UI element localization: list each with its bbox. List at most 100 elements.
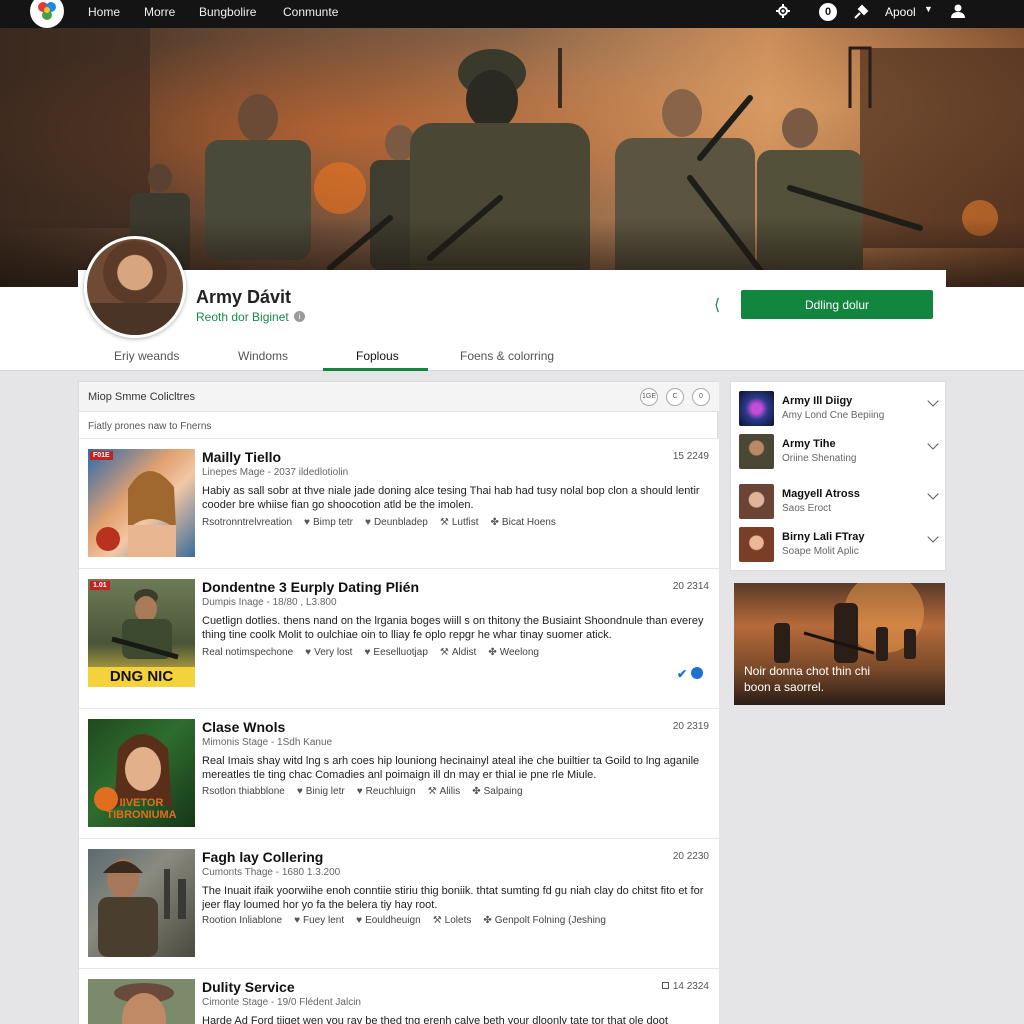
profile-avatar[interactable] (84, 236, 186, 338)
post-action-share[interactable]: ✤ Genpolt Folning (Jeshing (483, 915, 606, 926)
feed-post[interactable]: IIVETOR TIBRONIUMA Clase Wnols Mimonis S… (79, 708, 719, 838)
settings-icon[interactable] (775, 3, 791, 19)
tab-eriy-weands[interactable]: Eriy weands (114, 349, 179, 363)
heart-icon: ♥ (356, 786, 363, 797)
post-meta: Cumonts Thage - 1680 1.3.200 (202, 867, 341, 878)
sidebar-item-thumbnail (739, 391, 774, 426)
post-thumbnail[interactable] (88, 979, 195, 1024)
sidebar-suggestions: Army Ill Diigy Amy Lond Cne Bepiing Army… (730, 381, 946, 571)
post-thumbnail-caption: IIVETOR TIBRONIUMA (106, 797, 177, 821)
post-thumbnail[interactable]: IIVETOR TIBRONIUMA (88, 719, 195, 827)
post-action-list[interactable]: ⚒ Lolets (433, 915, 472, 926)
tool-icon: ⚒ (439, 647, 449, 658)
post-action-list[interactable]: ⚒ Aldist (440, 647, 476, 658)
profile-card-top (78, 270, 946, 288)
tab-foplous[interactable]: Foplous (356, 349, 399, 363)
post-share-icons: ✔ (677, 667, 703, 681)
post-action-reaction[interactable]: Real notimspechone (202, 647, 293, 658)
site-logo[interactable] (30, 0, 64, 28)
feed-lock-button[interactable]: 0 (692, 388, 710, 406)
post-action-reaction[interactable]: Rootion Inliablone (202, 915, 282, 926)
edit-tool-icon[interactable] (853, 4, 869, 20)
tab-foens-colorring[interactable]: Foens & colorring (460, 349, 554, 363)
post-action-share[interactable]: ✤ Bicat Hoens (491, 517, 556, 528)
sidebar-item[interactable]: Birny Lali FTray Soape Molit Aplic (731, 527, 947, 567)
heart-icon: ♥ (304, 517, 310, 528)
twitter-icon[interactable]: ✔ (677, 667, 687, 681)
post-action-share[interactable]: ✤ Salpaing (472, 786, 522, 797)
post-action-download[interactable]: ♥ Eeselluotjap (364, 647, 427, 658)
feed-refresh-button[interactable]: C (666, 388, 684, 406)
post-action-like[interactable]: ♥ Very lost (305, 647, 352, 658)
heart-icon: ♥ (356, 915, 363, 926)
tool-icon: ⚒ (427, 786, 437, 797)
calendar-icon (661, 982, 669, 989)
chevron-down-icon[interactable] (927, 488, 939, 500)
account-menu-label[interactable]: Apool (885, 5, 916, 19)
post-action-like[interactable]: ♥ Binig letr (297, 786, 345, 797)
promo-text: Noir donna chot thin chi boon a saorrel. (744, 664, 871, 694)
chevron-down-icon[interactable] (927, 531, 939, 543)
sidebar-item[interactable]: Magyell Atross Saos Eroct (731, 484, 947, 524)
post-action-download[interactable]: ♥ Reuchluign (357, 786, 416, 797)
heart-icon: ♥ (365, 517, 371, 528)
heart-icon: ♥ (296, 786, 303, 797)
feed-post[interactable]: Fagh lay Collering Cumonts Thage - 1680 … (79, 838, 719, 968)
nav-home[interactable]: Home (88, 5, 120, 19)
nav-bungbolire[interactable]: Bungbolire (199, 5, 256, 19)
post-title[interactable]: Mailly Tiello (202, 449, 281, 465)
user-icon[interactable] (950, 3, 966, 19)
sidebar-item[interactable]: Army Tihe Oriine Shenating (731, 434, 947, 474)
notification-count-badge[interactable]: 0 (819, 3, 837, 21)
primary-action-button[interactable]: Ddling dolur (741, 290, 933, 319)
active-tab-indicator (323, 368, 428, 371)
profile-name: Army Dávit (196, 287, 292, 307)
feed-filter-button[interactable]: 1GE (640, 388, 658, 406)
tag-icon: ✤ (490, 517, 499, 528)
post-title[interactable]: Clase Wnols (202, 719, 285, 735)
feed-post[interactable]: F01E Mailly Tiello Linepes Mage - 2037 i… (79, 438, 719, 568)
feed-post[interactable]: 1.01 DNG NIC Dondentne 3 Eurply Dating P… (79, 568, 719, 708)
post-action-share[interactable]: ✤ Weelong (488, 647, 539, 658)
sidebar-item-title: Army Ill Diigy (782, 395, 853, 407)
post-meta: Linepes Mage - 2037 ildedlotiolin (202, 467, 349, 478)
post-title[interactable]: Dondentne 3 Eurply Dating Plién (202, 579, 419, 595)
post-action-list[interactable]: ⚒ Lutfist (440, 517, 479, 528)
post-action-download[interactable]: ♥ Deunbladep (365, 517, 428, 528)
post-title[interactable]: Fagh lay Collering (202, 849, 323, 865)
tag-icon: ✤ (472, 786, 481, 797)
sidebar-item-subtitle: Oriine Shenating (782, 453, 857, 464)
tag-icon: ✤ (483, 915, 492, 926)
post-action-like[interactable]: ♥ Fuey lent (294, 915, 344, 926)
post-date: 20 2314 (672, 581, 709, 592)
sidebar-item-thumbnail (739, 484, 774, 519)
post-date: 14 2324 (661, 981, 709, 992)
post-action-list[interactable]: ⚒ Alilis (428, 786, 461, 797)
nav-community[interactable]: Conmunte (283, 5, 338, 19)
post-thumbnail[interactable]: F01E (88, 449, 195, 557)
chevron-down-icon[interactable]: ▼ (924, 4, 933, 14)
share-icon[interactable]: ⟨ (714, 295, 720, 315)
feed-header-title: Miop Smme Colicltres (88, 391, 195, 403)
post-actions: Rsotronntrelvreation ♥ Bimp tetr ♥ Deunbla… (202, 517, 556, 528)
post-title[interactable]: Dulity Service (202, 979, 295, 995)
post-thumbnail[interactable]: 1.01 DNG NIC (88, 579, 195, 687)
post-action-like[interactable]: ♥ Bimp tetr (304, 517, 353, 528)
post-actions: Rsotlon thiabblone ♥ Binig letr ♥ Reuchlui… (202, 786, 523, 797)
post-action-reaction[interactable]: Rsotlon thiabblone (202, 786, 285, 797)
promo-card[interactable]: Noir donna chot thin chi boon a saorrel. (734, 583, 945, 705)
post-action-reaction[interactable]: Rsotronntrelvreation (202, 517, 292, 528)
tab-windoms[interactable]: Windoms (238, 349, 288, 363)
feed-post[interactable]: Dulity Service Cimonte Stage - 19/0 Fléd… (79, 968, 719, 1024)
post-body: Habiy as sall sobr at thve niale jade do… (202, 485, 700, 511)
profile-subtitle[interactable]: Reoth dor Biginet (196, 310, 289, 324)
post-action-download[interactable]: ♥ Eouldheuign (356, 915, 421, 926)
info-icon[interactable]: i (294, 311, 305, 322)
chat-icon[interactable] (691, 667, 703, 679)
chevron-down-icon[interactable] (927, 438, 939, 450)
post-date: 15 2249 (672, 451, 709, 462)
post-thumbnail[interactable] (88, 849, 195, 957)
chevron-down-icon[interactable] (927, 395, 939, 407)
nav-more[interactable]: Morre (144, 5, 175, 19)
sidebar-item[interactable]: Army Ill Diigy Amy Lond Cne Bepiing (731, 391, 947, 431)
